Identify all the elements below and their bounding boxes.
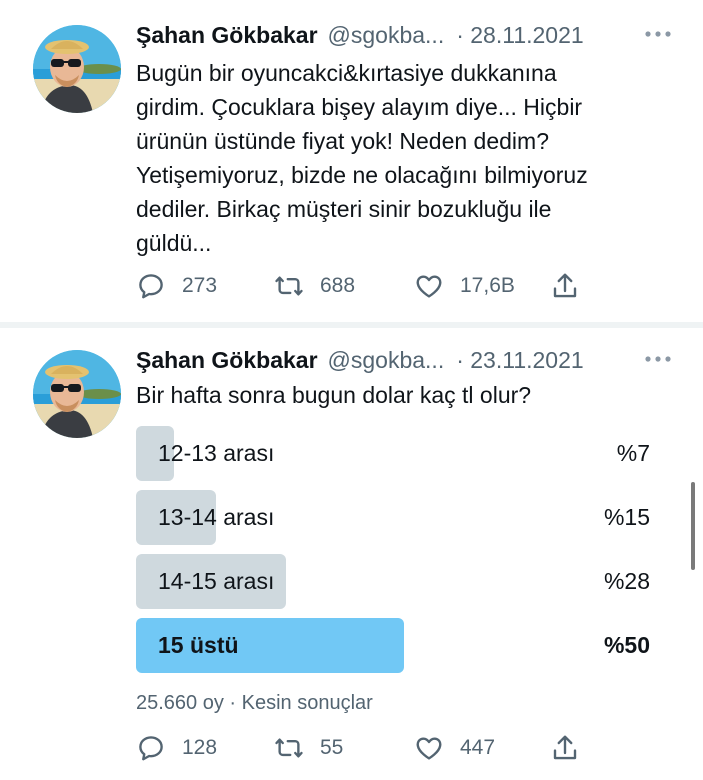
poll-option-winner: 15 üstü %50: [136, 618, 658, 673]
like-count: 17,6B: [460, 274, 515, 297]
retweet-button[interactable]: 688: [274, 268, 355, 304]
poll-option: 14-15 arası %28: [136, 554, 658, 609]
reply-count: 273: [182, 274, 218, 297]
reply-button[interactable]: 128: [136, 730, 217, 766]
retweet-button[interactable]: 55: [274, 730, 343, 766]
tweet-header: Şahan Gökbakar @sgokba... · 28.11.2021: [136, 20, 681, 50]
heart-icon: [416, 275, 442, 298]
author-handle[interactable]: @sgokba...: [328, 347, 445, 374]
poll-option: 12-13 arası %7: [136, 426, 658, 481]
retweet-count: 688: [320, 274, 356, 297]
tweet-header: Şahan Gökbakar @sgokba... · 23.11.2021: [136, 345, 681, 375]
poll-meta: 25.660 oy · Kesin sonuçlar: [136, 692, 373, 714]
like-button[interactable]: 17,6B: [414, 268, 515, 304]
author-name[interactable]: Şahan Gökbakar: [136, 347, 318, 374]
avatar[interactable]: [33, 25, 121, 113]
author-name[interactable]: Şahan Gökbakar: [136, 22, 318, 49]
like-button[interactable]: 447: [414, 730, 495, 766]
tweet-poll-post[interactable]: Şahan Gökbakar @sgokba... · 23.11.2021 B…: [0, 328, 703, 780]
tweet-text-post[interactable]: Şahan Gökbakar @sgokba... · 28.11.2021 B…: [0, 0, 703, 322]
avatar-photo-icon: [33, 25, 121, 113]
poll-option-label: 14-15 arası: [158, 568, 275, 594]
heart-icon: [416, 737, 442, 760]
reply-icon: [139, 274, 163, 299]
tweet-text: Bir hafta sonra bugun dolar kaç tl olur?: [136, 382, 532, 408]
tweet-date[interactable]: · 28.11.2021: [456, 22, 583, 49]
reply-icon: [139, 736, 163, 761]
more-dots-icon[interactable]: [643, 346, 673, 372]
poll-option-label: 13-14 arası: [158, 504, 275, 530]
scrollbar-thumb[interactable]: [691, 482, 695, 570]
share-icon: [553, 273, 577, 298]
poll-option-label: 15 üstü: [158, 632, 239, 658]
more-dots-icon[interactable]: [643, 21, 673, 47]
poll-option-percent: %7: [616, 440, 650, 466]
poll-option-percent: %28: [603, 568, 650, 594]
poll-option-percent: %50: [603, 632, 650, 658]
author-handle[interactable]: @sgokba...: [328, 22, 445, 49]
retweet-icon: [275, 276, 303, 296]
avatar[interactable]: [33, 350, 121, 438]
like-count: 447: [460, 736, 496, 759]
avatar-photo-icon: [33, 350, 121, 438]
reply-button[interactable]: 273: [136, 268, 217, 304]
share-icon: [553, 735, 577, 760]
poll-option: 13-14 arası %15: [136, 490, 658, 545]
share-button[interactable]: [550, 730, 580, 766]
poll-option-label: 12-13 arası: [158, 440, 275, 466]
poll-option-percent: %15: [603, 504, 650, 530]
reply-count: 128: [182, 736, 218, 759]
tweet-date[interactable]: · 23.11.2021: [456, 347, 583, 374]
tweet-text: Bugün bir oyuncakci&kırtasiye dukkanına …: [136, 60, 588, 256]
retweet-count: 55: [320, 736, 344, 759]
poll: 12-13 arası %7 13-14 arası %15 14-15 ara…: [136, 426, 658, 676]
share-button[interactable]: [550, 268, 580, 304]
tweet-actions: 128 55 447: [136, 730, 596, 766]
retweet-icon: [275, 738, 303, 758]
tweet-actions: 273 688 17,6B: [136, 268, 596, 304]
